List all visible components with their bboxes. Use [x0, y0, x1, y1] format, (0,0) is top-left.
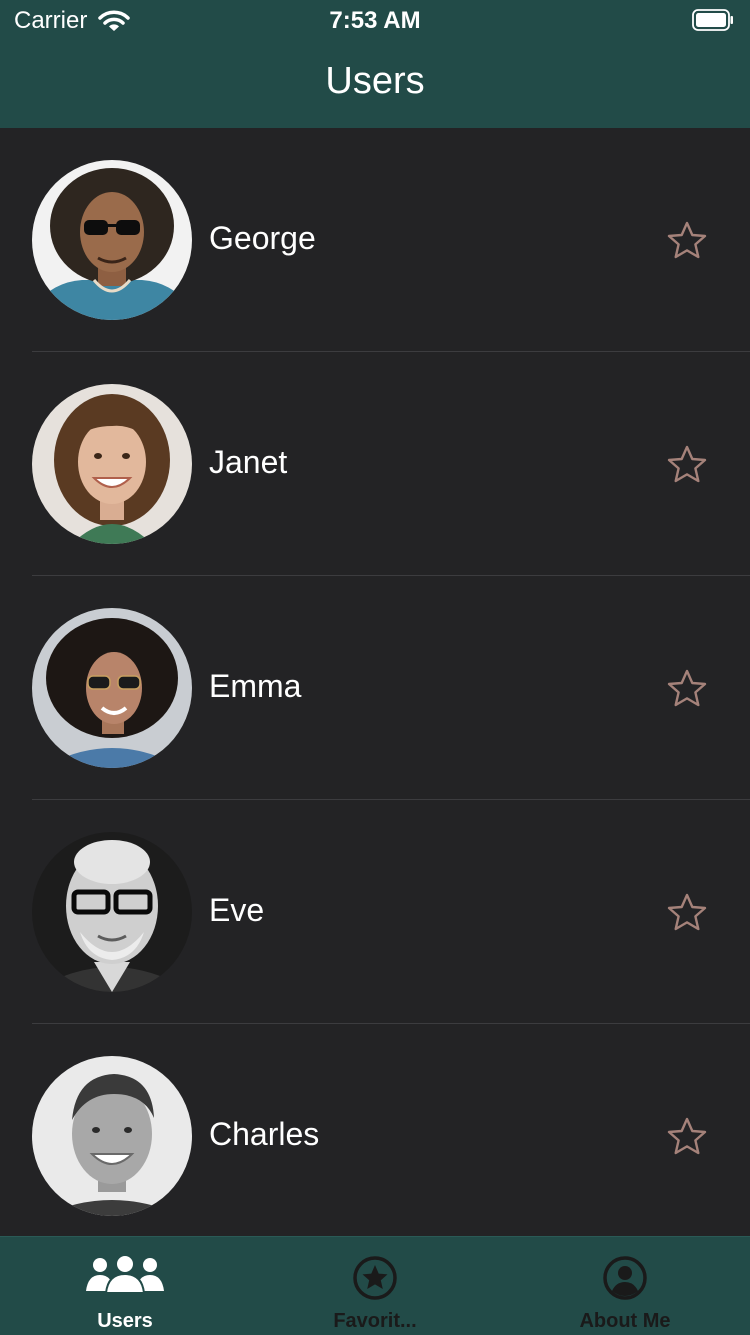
- tab-label: Favorit...: [333, 1310, 417, 1332]
- tab-bar: Users Favorit... About Me: [0, 1236, 750, 1335]
- list-item[interactable]: Emma: [0, 576, 750, 800]
- star-circle-icon: [353, 1256, 397, 1300]
- tab-label: Users: [97, 1310, 153, 1332]
- list-item[interactable]: Janet: [0, 352, 750, 576]
- user-name: Eve: [209, 892, 265, 928]
- list-item[interactable]: George: [0, 128, 750, 352]
- list-item[interactable]: Eve: [0, 800, 750, 1024]
- avatar: [32, 384, 192, 544]
- avatar: [32, 160, 192, 320]
- favorite-star-icon[interactable]: [666, 892, 708, 932]
- tab-label: About Me: [579, 1310, 671, 1332]
- page-title: Users: [325, 60, 425, 102]
- tab-favorites[interactable]: Favorit...: [250, 1237, 500, 1335]
- user-name: Janet: [209, 444, 288, 480]
- navigation-header: Carrier 7:53 AM Users: [0, 0, 750, 128]
- avatar: [32, 1056, 192, 1216]
- tab-users[interactable]: Users: [0, 1237, 250, 1335]
- avatar: [32, 608, 192, 768]
- status-time: 7:53 AM: [329, 7, 421, 34]
- favorite-star-icon[interactable]: [666, 220, 708, 260]
- user-name: Emma: [209, 668, 302, 704]
- list-item[interactable]: Charles: [0, 1024, 750, 1236]
- battery-icon: [692, 9, 733, 31]
- favorite-star-icon[interactable]: [666, 444, 708, 484]
- avatar: [32, 832, 192, 992]
- user-name: Charles: [209, 1116, 320, 1152]
- tab-about-me[interactable]: About Me: [500, 1237, 750, 1335]
- user-name: George: [209, 220, 316, 256]
- users-icon: [86, 1255, 164, 1294]
- favorite-star-icon[interactable]: [666, 668, 708, 708]
- favorite-star-icon[interactable]: [666, 1116, 708, 1156]
- users-list[interactable]: George Janet Emma Eve Charles: [0, 128, 750, 1236]
- status-bar: Carrier 7:53 AM: [0, 0, 750, 40]
- person-circle-icon: [603, 1256, 647, 1300]
